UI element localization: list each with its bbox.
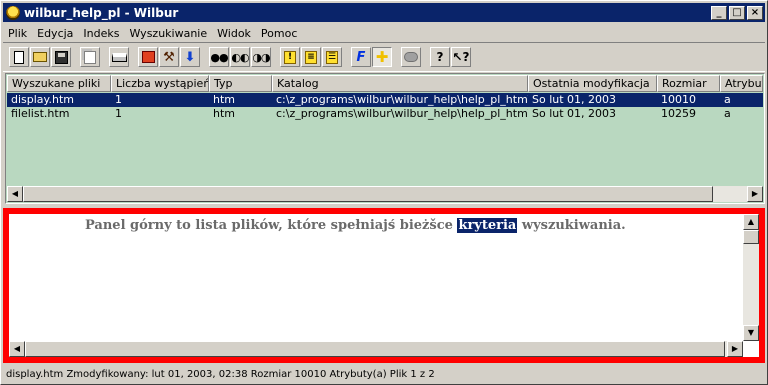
cell-type: htm [213, 93, 235, 106]
cell-attributes: a [724, 93, 731, 106]
copy-results-button[interactable]: ≡ [301, 47, 321, 67]
new-document-button[interactable] [9, 47, 29, 67]
menu-bar: Plik Edycja Indeks Wyszukiwanie Widok Po… [3, 24, 765, 42]
minimize-button[interactable]: _ [711, 5, 727, 20]
column-header-attributes[interactable]: Atrybuty [720, 75, 763, 92]
context-help-button[interactable]: ↖? [451, 47, 471, 67]
add-button[interactable]: ✚ [372, 47, 392, 67]
preview-hscroll-thumb[interactable] [25, 341, 725, 357]
help-button[interactable]: ? [430, 47, 450, 67]
scroll-down-icon[interactable]: ▼ [743, 325, 759, 341]
menu-widok[interactable]: Widok [212, 27, 256, 40]
menu-indeks[interactable]: Indeks [78, 27, 124, 40]
menu-wyszukiwanie[interactable]: Wyszukiwanie [125, 27, 213, 40]
yellow-note-icon: ! [284, 50, 296, 64]
document-preview-content: Panel górny to lista plików, które spełn… [9, 214, 741, 341]
cell-count: 1 [115, 93, 122, 106]
toolbar: ⚒ ⬇ ●● ◐◐ ◑◑ ! ≡ ☰ F ✚ ? ↖? [3, 42, 765, 72]
build-button[interactable]: ⚒ [159, 47, 179, 67]
binoculars-prev-icon: ◐◐ [231, 50, 249, 64]
table-row[interactable]: display.htm 1 htm c:\z_programs\wilbur\w… [7, 93, 763, 107]
hammer-icon: ⚒ [163, 49, 175, 65]
menu-pomoc[interactable]: Pomoc [256, 27, 302, 40]
preview-text-after: wyszukiwania. [517, 218, 626, 233]
red-index-icon [141, 51, 155, 63]
help-question-icon: ? [436, 50, 444, 64]
search-match-highlight: kryteria [457, 218, 518, 233]
menu-edycja[interactable]: Edycja [32, 27, 78, 40]
search-next-button[interactable]: ◑◑ [251, 47, 271, 67]
scroll-right-icon[interactable]: ▶ [747, 186, 763, 202]
list-button[interactable]: ☰ [322, 47, 342, 67]
yellow-list-icon: ☰ [326, 50, 338, 64]
cell-size: 10010 [661, 93, 696, 106]
preview-scroll-right-icon[interactable]: ▶ [727, 341, 743, 357]
gray-pill-icon [404, 52, 418, 62]
cell-modified: So lut 01, 2003 [532, 93, 617, 106]
scroll-left-icon[interactable]: ◀ [7, 186, 23, 202]
cell-size: 10259 [661, 107, 696, 120]
title-bar[interactable]: wilbur_help_pl - Wilbur _ □ × [3, 3, 765, 22]
scroll-thumb[interactable] [23, 186, 713, 202]
maximize-button[interactable]: □ [729, 5, 745, 20]
yellow-plus-icon: ✚ [375, 48, 389, 66]
column-header-files[interactable]: Wyszukane pliki [7, 75, 111, 92]
column-header-type[interactable]: Typ [209, 75, 272, 92]
preview-horizontal-scrollbar[interactable]: ◀ ▶ [9, 341, 743, 357]
cell-file-name: filelist.htm [11, 107, 70, 120]
print-button[interactable] [109, 47, 129, 67]
menu-plik[interactable]: Plik [3, 27, 32, 40]
download-button[interactable]: ⬇ [180, 47, 200, 67]
index-button[interactable] [138, 47, 158, 67]
status-bar: display.htm Zmodyfikowany: lut 01, 2003,… [6, 369, 435, 380]
scroll-up-icon[interactable]: ▲ [743, 214, 759, 230]
table-row[interactable]: filelist.htm 1 htm c:\z_programs\wilbur\… [7, 107, 763, 121]
file-list-header: Wyszukane pliki Liczba wystąpień Typ Kat… [7, 75, 763, 92]
main-window: wilbur_help_pl - Wilbur _ □ × Plik Edycj… [0, 0, 768, 385]
copy-button[interactable] [80, 47, 100, 67]
binoculars-next-icon: ◑◑ [252, 50, 270, 64]
save-disk-icon [54, 50, 68, 64]
search-prev-button[interactable]: ◐◐ [230, 47, 250, 67]
preview-vertical-scrollbar[interactable]: ▲ ▼ [743, 214, 759, 341]
save-button[interactable] [51, 47, 71, 67]
cell-type: htm [213, 107, 235, 120]
column-header-count[interactable]: Liczba wystąpień [111, 75, 209, 92]
close-button[interactable]: × [747, 5, 763, 20]
column-header-modified[interactable]: Ostatnia modyfikacja [528, 75, 657, 92]
cell-directory: c:\z_programs\wilbur\wilbur_help\help_pl… [276, 107, 528, 120]
preview-text-before: Panel górny to lista plików, które spełn… [85, 218, 458, 233]
cell-count: 1 [115, 107, 122, 120]
preview-text: Panel górny to lista plików, które spełn… [85, 218, 626, 233]
yellow-copy-icon: ≡ [305, 50, 317, 64]
cell-file-name: display.htm [11, 93, 74, 106]
open-folder-icon [33, 52, 47, 62]
stop-button[interactable] [401, 47, 421, 67]
open-button[interactable] [30, 47, 50, 67]
cell-modified: So lut 01, 2003 [532, 107, 617, 120]
binoculars-icon: ●● [210, 50, 228, 64]
cell-directory: c:\z_programs\wilbur\wilbur_help\help_pl… [276, 93, 528, 106]
context-help-icon: ↖? [452, 50, 470, 64]
print-icon [111, 52, 127, 62]
search-button[interactable]: ●● [209, 47, 229, 67]
column-header-directory[interactable]: Katalog [272, 75, 528, 92]
document-preview-panel[interactable]: Panel górny to lista plików, które spełn… [3, 208, 765, 363]
new-document-icon [14, 50, 24, 64]
preview-scroll-thumb[interactable] [743, 230, 759, 244]
wilbur-app-icon [6, 5, 20, 20]
note-button[interactable]: ! [280, 47, 300, 67]
file-list-horizontal-scrollbar[interactable]: ◀ ▶ [7, 186, 763, 202]
copy-icon [84, 50, 96, 64]
italic-f-icon: F [356, 49, 366, 65]
file-list[interactable]: Wyszukane pliki Liczba wystąpień Typ Kat… [5, 73, 765, 204]
download-arrow-icon: ⬇ [184, 49, 196, 65]
preview-scroll-left-icon[interactable]: ◀ [9, 341, 25, 357]
cell-attributes: a [724, 107, 731, 120]
column-header-size[interactable]: Rozmiar [657, 75, 720, 92]
window-title: wilbur_help_pl - Wilbur [24, 5, 179, 20]
filter-button[interactable]: F [351, 47, 371, 67]
